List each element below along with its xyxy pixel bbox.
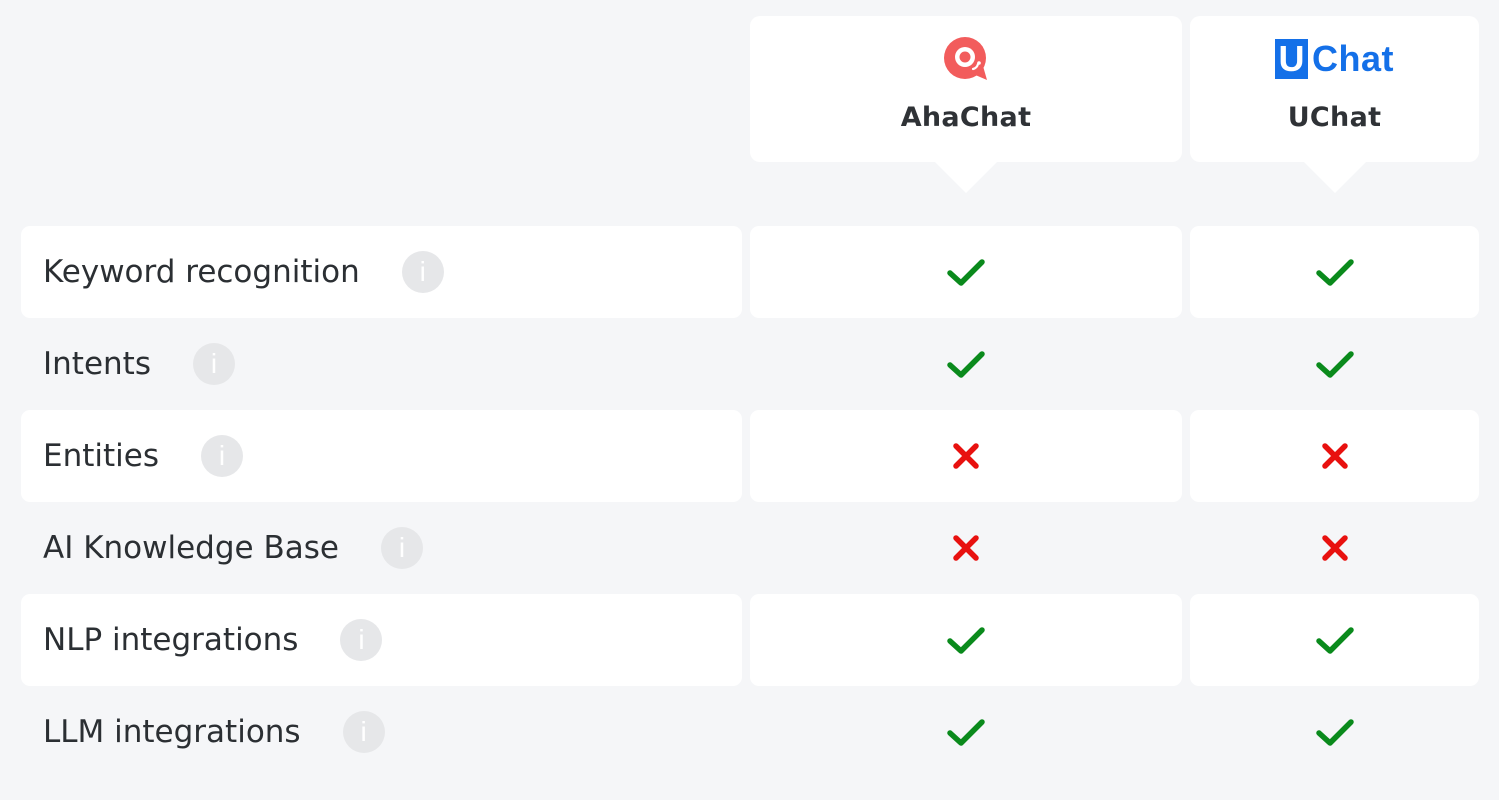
info-icon[interactable]: i	[401, 251, 444, 293]
uchat-status-cell	[1190, 226, 1479, 318]
feature-label: AI Knowledge Base	[43, 530, 339, 566]
check-icon	[1315, 719, 1354, 746]
check-icon	[947, 719, 985, 746]
info-icon[interactable]: i	[340, 619, 383, 661]
cross-icon	[953, 535, 979, 561]
check-icon	[1315, 351, 1354, 378]
uchat-status-cell	[1190, 594, 1479, 686]
info-icon[interactable]: i	[342, 711, 385, 753]
uchat-status-cell	[1190, 686, 1479, 778]
cross-icon	[1321, 443, 1348, 469]
feature-row-intents: Intents i	[0, 318, 1499, 410]
vendor-header-uchat: U Chat UChat	[1190, 16, 1479, 193]
uchat-logo-text: Chat	[1312, 38, 1394, 79]
ahachat-status-cell	[750, 502, 1182, 594]
feature-row-ai-knowledge-base: AI Knowledge Base i	[0, 502, 1499, 594]
ahachat-logo-icon	[943, 36, 989, 82]
feature-row-nlp-integrations: NLP integrations i	[0, 594, 1499, 686]
feature-cell: Entities i	[21, 410, 742, 502]
check-icon	[947, 351, 985, 378]
info-icon[interactable]: i	[201, 435, 243, 477]
ahachat-status-cell	[750, 226, 1182, 318]
feature-cell: Intents i	[21, 318, 742, 410]
feature-row-entities: Entities i	[0, 410, 1499, 502]
cross-icon	[953, 443, 979, 469]
uchat-status-cell	[1190, 318, 1479, 410]
comparison-table: AhaChat U Chat UChat Keyword recognition…	[0, 0, 1499, 800]
ahachat-status-cell	[750, 410, 1182, 502]
feature-label: NLP integrations	[43, 622, 299, 658]
uchat-logo-letter: U	[1275, 39, 1308, 79]
feature-row-keyword-recognition: Keyword recognition i	[0, 226, 1499, 318]
info-icon[interactable]: i	[380, 527, 423, 569]
check-icon	[947, 627, 985, 654]
feature-label: LLM integrations	[43, 714, 301, 750]
ahachat-status-cell	[750, 686, 1182, 778]
feature-label: Keyword recognition	[43, 254, 360, 290]
check-icon	[1315, 259, 1354, 286]
feature-cell: LLM integrations i	[21, 686, 742, 778]
vendor-name-uchat: UChat	[1287, 102, 1382, 133]
uchat-status-cell	[1190, 410, 1479, 502]
check-icon	[947, 259, 985, 286]
feature-cell: AI Knowledge Base i	[21, 502, 742, 594]
vendor-name-ahachat: AhaChat	[900, 102, 1032, 133]
feature-cell: Keyword recognition i	[21, 226, 742, 318]
uchat-logo-icon: U Chat	[1275, 36, 1394, 82]
vendor-header-ahachat: AhaChat	[750, 16, 1182, 193]
info-icon[interactable]: i	[192, 343, 235, 385]
cross-icon	[1321, 535, 1348, 561]
feature-row-llm-integrations: LLM integrations i	[0, 686, 1499, 778]
feature-cell: NLP integrations i	[21, 594, 742, 686]
ahachat-status-cell	[750, 594, 1182, 686]
uchat-status-cell	[1190, 502, 1479, 594]
ahachat-status-cell	[750, 318, 1182, 410]
check-icon	[1315, 627, 1354, 654]
feature-label: Entities	[43, 438, 159, 474]
feature-label: Intents	[43, 346, 151, 382]
